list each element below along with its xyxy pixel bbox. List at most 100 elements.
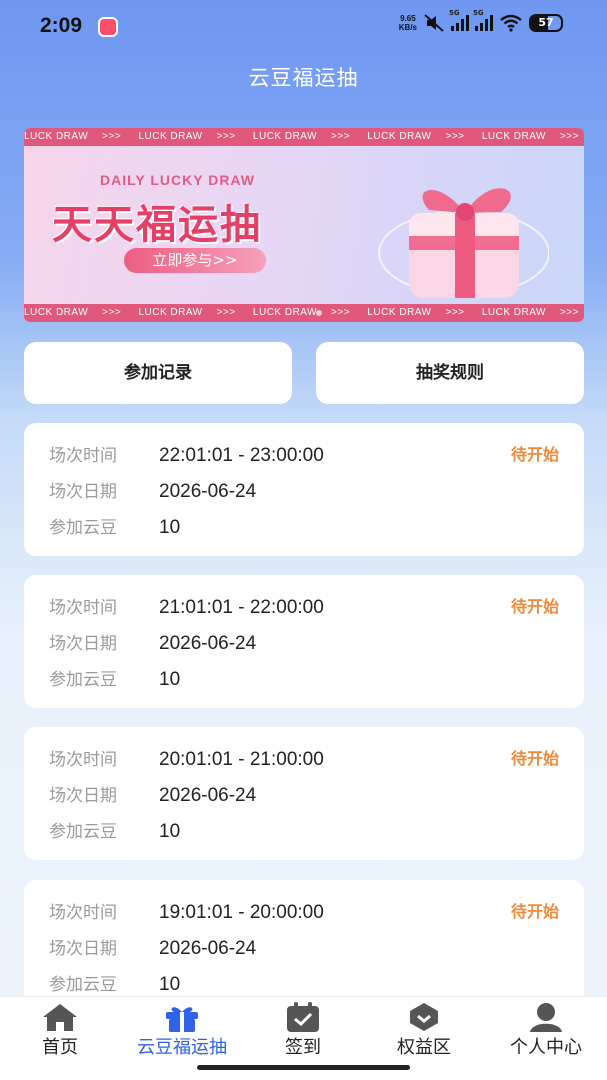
carousel-dot[interactable] [316,310,322,316]
signal-5g-icon: 5G [449,9,469,31]
session-date-label: 场次日期 [49,786,117,806]
session-time-row: 场次时间 22:01:01 - 23:00:00 [49,441,324,467]
nav-label-checkin: 签到 [285,1037,321,1058]
session-time-label: 场次时间 [49,750,117,770]
strip-arrow: >>> [216,131,236,142]
session-date-label: 场次日期 [49,939,117,959]
status-badge: 待开始 [510,902,559,921]
session-date-label: 场次日期 [49,482,117,502]
session-time-value: 22:01:01 - 23:00:00 [159,445,324,466]
session-beans-row: 参加云豆 10 [49,817,180,843]
strip-text: LUCK DRAW [367,131,432,142]
session-beans-label: 参加云豆 [49,670,117,690]
session-date-row: 场次日期 2026-06-24 [49,781,256,807]
strip-arrow: >>> [559,307,579,318]
strip-text: LUCK DRAW [138,307,203,318]
session-beans-value: 10 [159,821,181,842]
session-beans-value: 10 [159,669,181,690]
session-card[interactable]: 场次时间 21:01:01 - 22:00:00 场次日期 2026-06-24 参… [24,575,584,708]
status-badge: 待开始 [510,749,559,768]
calendar-check-icon [287,1002,319,1032]
banner-subtitle: DAILY LUCKY DRAW [100,172,255,188]
status-icons: 9.65 KB/s 5G 5G 57 [399,9,563,32]
session-beans-row: 参加云豆 10 [49,970,180,996]
battery-level: 57 [538,16,554,29]
session-time-value: 21:01:01 - 22:00:00 [159,597,324,618]
session-beans-value: 10 [159,517,181,538]
session-date-value: 2026-06-24 [159,633,257,654]
home-indicator[interactable] [197,1065,410,1070]
badge-icon [410,1003,438,1031]
lottery-rules-button[interactable]: 抽奖规则 [316,342,584,404]
session-beans-label: 参加云豆 [49,822,117,842]
strip-text: LUCK DRAW [481,131,546,142]
strip-arrow: >>> [445,307,465,318]
strip-text: LUCK DRAW [24,307,89,318]
strip-text: LUCK DRAW [367,307,432,318]
app-notification-icon [98,17,118,37]
session-date-value: 2026-06-24 [159,481,257,502]
strip-arrow: >>> [102,131,122,142]
status-time: 2:09 [40,14,83,37]
wifi-icon [500,14,522,32]
net-speed: 9.65 KB/s [399,14,417,32]
strip-arrow: >>> [331,131,351,142]
session-time-label: 场次时间 [49,903,117,923]
session-date-row: 场次日期 2026-06-24 [49,934,256,960]
banner-bottom-strip: LUCK DRAW >>> LUCK DRAW >>> LUCK DRAW >>> L… [24,304,584,322]
session-beans-value: 10 [159,974,181,995]
strip-arrow: >>> [102,307,122,318]
session-date-value: 2026-06-24 [159,938,257,959]
session-date-value: 2026-06-24 [159,785,257,806]
session-time-row: 场次时间 19:01:01 - 20:00:00 [49,898,324,924]
net-speed-unit: KB/s [398,23,417,32]
strip-arrow: >>> [216,307,236,318]
session-time-value: 19:01:01 - 20:00:00 [159,902,324,923]
session-beans-label: 参加云豆 [49,518,117,538]
mute-icon [424,14,444,32]
session-date-label: 场次日期 [49,634,117,654]
session-time-value: 20:01:01 - 21:00:00 [159,749,324,770]
signal-1-label: 5G [449,9,460,17]
gift-box-icon [378,188,549,298]
strip-text: LUCK DRAW [24,131,89,142]
signal-5g-icon-2: 5G [473,9,493,31]
nav-label-home: 首页 [42,1037,78,1058]
session-card[interactable]: 场次时间 19:01:01 - 20:00:00 场次日期 2026-06-24 参… [24,880,584,1013]
session-beans-row: 参加云豆 10 [49,665,180,691]
nav-label-lucky-draw: 云豆福运抽 [137,1037,227,1058]
net-speed-value: 9.65 [400,14,416,23]
battery-icon: 57 [529,14,563,32]
session-beans-label: 参加云豆 [49,975,117,995]
session-time-label: 场次时间 [49,446,117,466]
strip-text: LUCK DRAW [252,131,318,142]
nav-label-benefits: 权益区 [397,1037,451,1058]
status-badge: 待开始 [510,597,559,616]
banner-title: 天天福运抽 [52,202,262,248]
session-beans-row: 参加云豆 10 [49,513,180,539]
strip-text: LUCK DRAW [138,131,203,142]
participation-records-button[interactable]: 参加记录 [24,342,292,404]
lucky-draw-banner[interactable]: LUCK DRAW >>> LUCK DRAW >>> LUCK DRAW >>> L… [24,128,584,322]
user-icon [530,1003,562,1032]
strip-arrow: >>> [445,131,465,142]
session-card[interactable]: 场次时间 22:01:01 - 23:00:00 场次日期 2026-06-24 参… [24,423,584,556]
strip-arrow: >>> [559,131,579,142]
strip-text: LUCK DRAW [481,307,546,318]
status-bar: 2:09 9.65 KB/s 5G 5G 57 [0,0,607,56]
session-time-label: 场次时间 [49,598,117,618]
strip-arrow: >>> [331,307,351,318]
session-date-row: 场次日期 2026-06-24 [49,629,256,655]
session-time-row: 场次时间 21:01:01 - 22:00:00 [49,593,324,619]
banner-top-strip: LUCK DRAW >>> LUCK DRAW >>> LUCK DRAW >>> L… [24,128,584,146]
signal-2-label: 5G [473,9,484,17]
strip-text: LUCK DRAW [252,307,318,318]
session-card[interactable]: 场次时间 20:01:01 - 21:00:00 场次日期 2026-06-24 参… [24,727,584,860]
home-icon [43,1004,77,1031]
session-time-row: 场次时间 20:01:01 - 21:00:00 [49,745,324,771]
join-now-button[interactable]: 立即参与>> [124,248,266,273]
gift-icon [166,1007,198,1032]
session-date-row: 场次日期 2026-06-24 [49,477,256,503]
page-title: 云豆福运抽 [248,66,359,90]
status-badge: 待开始 [510,445,559,464]
